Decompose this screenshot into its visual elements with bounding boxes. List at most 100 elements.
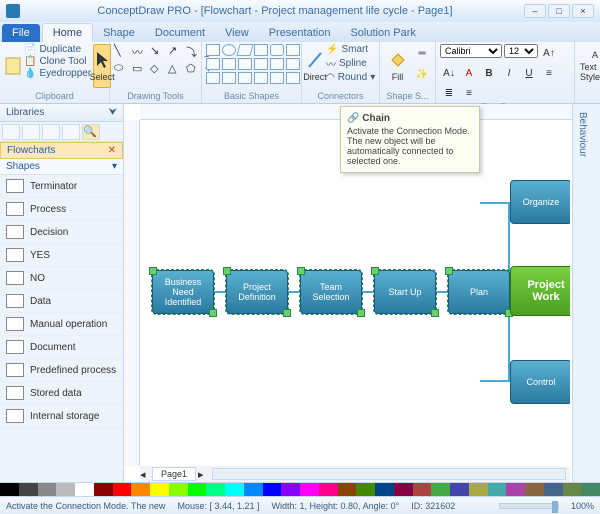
ruler-vertical — [124, 120, 140, 466]
zoom-slider[interactable] — [499, 503, 559, 509]
shape-item[interactable]: Terminator — [0, 175, 123, 198]
flowcharts-category[interactable]: Flowcharts✕ — [0, 142, 123, 159]
round-connector[interactable]: ◠Round▾ — [326, 72, 375, 83]
line-style-button[interactable]: ═ — [413, 44, 431, 62]
palette-swatch[interactable] — [319, 483, 338, 496]
bold-button[interactable]: B — [480, 64, 498, 82]
flowchart-node[interactable]: Team Selection — [300, 270, 362, 314]
underline-button[interactable]: U — [520, 64, 538, 82]
connector[interactable] — [480, 202, 510, 204]
close-icon[interactable]: ✕ — [108, 145, 116, 156]
palette-swatch[interactable] — [469, 483, 488, 496]
tab-document[interactable]: Document — [145, 24, 215, 42]
palette-swatch[interactable] — [375, 483, 394, 496]
fill-button[interactable]: Fill — [384, 44, 411, 88]
font-select[interactable]: Calibri — [440, 44, 502, 58]
shape-item[interactable]: Document — [0, 336, 123, 359]
flowchart-node[interactable]: Control — [510, 360, 570, 404]
palette-swatch[interactable] — [431, 483, 450, 496]
minimize-button[interactable]: – — [524, 4, 546, 18]
palette-swatch[interactable] — [244, 483, 263, 496]
palette-swatch[interactable] — [150, 483, 169, 496]
palette-swatch[interactable] — [131, 483, 150, 496]
palette-swatch[interactable] — [488, 483, 507, 496]
color-palette[interactable] — [0, 482, 600, 496]
horizontal-scrollbar[interactable] — [212, 468, 566, 480]
shape-item[interactable]: YES — [0, 244, 123, 267]
palette-swatch[interactable] — [56, 483, 75, 496]
palette-swatch[interactable] — [450, 483, 469, 496]
duplicate-button[interactable]: 📄Duplicate — [24, 44, 91, 55]
library-toolbar[interactable]: 🔍 — [0, 122, 123, 142]
palette-swatch[interactable] — [581, 483, 600, 496]
flowchart-node[interactable]: Organize — [510, 180, 570, 224]
close-button[interactable]: × — [572, 4, 594, 18]
tab-home[interactable]: Home — [42, 23, 93, 42]
basic-shapes-grid[interactable] — [206, 44, 300, 84]
palette-swatch[interactable] — [263, 483, 282, 496]
shapes-subheader[interactable]: Shapes▾ — [0, 159, 123, 175]
palette-swatch[interactable] — [356, 483, 375, 496]
flowchart-node[interactable]: Start Up — [374, 270, 436, 314]
align-center-button[interactable]: ≣ — [440, 84, 458, 102]
italic-button[interactable]: I — [500, 64, 518, 82]
palette-swatch[interactable] — [169, 483, 188, 496]
tab-file[interactable]: File — [2, 24, 40, 42]
flowchart-node[interactable]: Plan — [448, 270, 510, 314]
font-color-button[interactable]: A — [460, 64, 478, 82]
tab-view[interactable]: View — [215, 24, 259, 42]
right-panel-strip: Behaviour — [572, 104, 600, 482]
select-button[interactable]: Select — [93, 44, 111, 88]
shape-item[interactable]: Internal storage — [0, 405, 123, 428]
palette-swatch[interactable] — [19, 483, 38, 496]
flowchart-node[interactable]: Project Work — [510, 266, 570, 316]
connector[interactable] — [480, 380, 510, 382]
tab-solution-park[interactable]: Solution Park — [340, 24, 425, 42]
align-right-button[interactable]: ≡ — [460, 84, 478, 102]
palette-swatch[interactable] — [0, 483, 19, 496]
tab-presentation[interactable]: Presentation — [259, 24, 341, 42]
palette-swatch[interactable] — [281, 483, 300, 496]
flowchart-node[interactable]: Project Definition — [226, 270, 288, 314]
palette-swatch[interactable] — [38, 483, 57, 496]
eyedropper-button[interactable]: 💧Eyedropper — [24, 68, 91, 79]
shape-item[interactable]: Process — [0, 198, 123, 221]
behaviour-tab[interactable]: Behaviour — [573, 104, 592, 165]
text-style-button[interactable]: AText Style — [579, 44, 600, 88]
font-shrink-button[interactable]: A↓ — [440, 64, 458, 82]
spline-connector[interactable]: 〰Spline — [326, 56, 375, 71]
panel-pin-icon[interactable]: ⮟ — [109, 107, 118, 118]
shape-item[interactable]: NO — [0, 267, 123, 290]
palette-swatch[interactable] — [563, 483, 582, 496]
palette-swatch[interactable] — [188, 483, 207, 496]
shape-item[interactable]: Decision — [0, 221, 123, 244]
palette-swatch[interactable] — [75, 483, 94, 496]
maximize-button[interactable]: □ — [548, 4, 570, 18]
align-left-button[interactable]: ≡ — [540, 64, 558, 82]
tab-shape[interactable]: Shape — [93, 24, 145, 42]
font-grow-button[interactable]: A↑ — [540, 44, 558, 62]
palette-swatch[interactable] — [338, 483, 357, 496]
flowchart-node[interactable]: Business Need Identified — [152, 270, 214, 314]
palette-swatch[interactable] — [113, 483, 132, 496]
palette-swatch[interactable] — [544, 483, 563, 496]
shape-item[interactable]: Data — [0, 290, 123, 313]
paste-button[interactable] — [4, 44, 22, 88]
palette-swatch[interactable] — [413, 483, 432, 496]
palette-swatch[interactable] — [525, 483, 544, 496]
palette-swatch[interactable] — [225, 483, 244, 496]
smart-connector[interactable]: ⚡Smart — [326, 44, 375, 55]
direct-connector-button[interactable]: Direct — [306, 44, 324, 88]
clone-tool-button[interactable]: 📋Clone Tool — [24, 56, 91, 67]
palette-swatch[interactable] — [300, 483, 319, 496]
font-size-select[interactable]: 12 — [504, 44, 538, 58]
page-tab[interactable]: Page1 — [152, 467, 196, 481]
shape-item[interactable]: Stored data — [0, 382, 123, 405]
palette-swatch[interactable] — [94, 483, 113, 496]
palette-swatch[interactable] — [394, 483, 413, 496]
shape-item[interactable]: Predefined process — [0, 359, 123, 382]
effects-button[interactable]: ✨ — [413, 65, 431, 83]
palette-swatch[interactable] — [206, 483, 225, 496]
palette-swatch[interactable] — [506, 483, 525, 496]
shape-item[interactable]: Manual operation — [0, 313, 123, 336]
